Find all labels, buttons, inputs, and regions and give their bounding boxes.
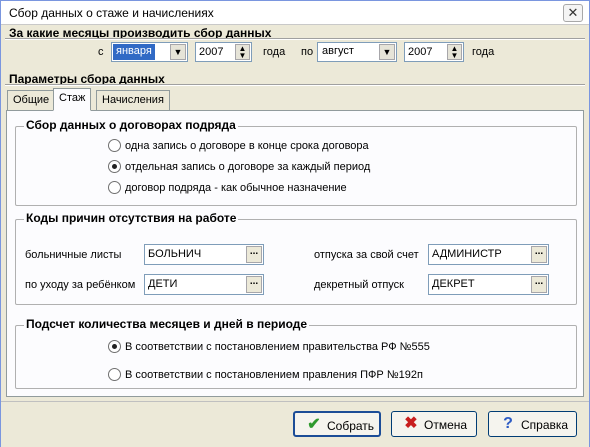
chevron-down-icon[interactable]: ▼	[379, 44, 395, 60]
radio-gov-555[interactable]	[108, 340, 121, 353]
maternity-field[interactable]: ДЕКРЕТ ...	[428, 274, 549, 295]
radio-contract-each-period[interactable]	[108, 160, 121, 173]
help-button-label: Справка	[521, 418, 569, 432]
radio-contract-regular-label[interactable]: договор подряда - как обычное назначение	[125, 182, 347, 194]
to-year-value: 2007	[408, 46, 433, 58]
tab-accruals[interactable]: Начисления	[96, 90, 170, 110]
collect-button[interactable]: ✔ Собрать	[293, 411, 381, 437]
to-year-spinner[interactable]: 2007 ▲ ▼	[404, 42, 464, 62]
unpaid-leave-field[interactable]: АДМИНИСТР ...	[428, 244, 549, 265]
title-bar: Сбор данных о стаже и начислениях ✕	[1, 1, 589, 25]
to-month-select[interactable]: август ▼	[317, 42, 397, 62]
cancel-button[interactable]: ✖ Отмена	[391, 411, 477, 437]
window-title: Сбор данных о стаже и начислениях	[9, 6, 214, 20]
tab-general[interactable]: Общие	[7, 90, 56, 110]
spin-updown-icon[interactable]: ▲ ▼	[447, 44, 462, 60]
absence-group-title: Коды причин отсутствия на работе	[24, 211, 239, 225]
chevron-down-icon[interactable]: ▼	[170, 44, 186, 60]
from-month-value: января	[113, 44, 155, 60]
radio-gov-555-label[interactable]: В соответствии с постановлением правител…	[125, 341, 430, 353]
cancel-button-label: Отмена	[424, 418, 468, 432]
divider	[5, 38, 585, 40]
radio-contract-regular[interactable]	[108, 181, 121, 194]
maternity-label: декретный отпуск	[314, 279, 404, 291]
help-button[interactable]: ? Справка	[488, 411, 577, 437]
contracts-group-title: Сбор данных о договорах подряда	[24, 118, 238, 132]
question-icon: ?	[503, 415, 513, 432]
from-year-value: 2007	[199, 46, 224, 58]
checkmark-icon: ✔	[307, 416, 321, 433]
sick-leave-value: БОЛЬНИЧ	[148, 248, 202, 260]
period-count-group-title: Подсчет количества месяцев и дней в пери…	[24, 317, 310, 331]
to-label: по	[301, 46, 314, 58]
unpaid-leave-label: отпуска за свой счет	[314, 249, 419, 261]
spin-updown-icon[interactable]: ▲ ▼	[235, 44, 250, 60]
year-label-2: года	[472, 46, 495, 58]
ellipsis-button[interactable]: ...	[246, 246, 262, 263]
ellipsis-button[interactable]: ...	[531, 246, 547, 263]
collect-button-label: Собрать	[327, 419, 375, 433]
childcare-value: ДЕТИ	[148, 278, 178, 290]
sick-leave-label: больничные листы	[25, 249, 122, 261]
childcare-label: по уходу за ребёнком	[25, 279, 136, 291]
ellipsis-button[interactable]: ...	[246, 276, 262, 293]
dialog-window: Сбор данных о стаже и начислениях ✕ За к…	[0, 0, 590, 447]
ellipsis-button[interactable]: ...	[531, 276, 547, 293]
from-month-select[interactable]: января ▼	[111, 42, 188, 62]
maternity-value: ДЕКРЕТ	[432, 278, 475, 290]
to-month-value: август	[322, 45, 354, 57]
cross-icon: ✖	[404, 415, 418, 432]
unpaid-leave-value: АДМИНИСТР	[432, 248, 502, 260]
radio-contract-each-period-label[interactable]: отдельная запись о договоре за каждый пе…	[125, 161, 370, 173]
divider	[5, 84, 585, 86]
radio-contract-end-label[interactable]: одна запись о договоре в конце срока дог…	[125, 140, 369, 152]
radio-contract-end[interactable]	[108, 139, 121, 152]
childcare-field[interactable]: ДЕТИ ...	[144, 274, 264, 295]
from-year-spinner[interactable]: 2007 ▲ ▼	[195, 42, 252, 62]
year-label-1: года	[263, 46, 286, 58]
tab-experience[interactable]: Стаж	[53, 88, 92, 111]
sick-leave-field[interactable]: БОЛЬНИЧ ...	[144, 244, 264, 265]
from-label: с	[98, 46, 104, 58]
radio-pfr-192[interactable]	[108, 368, 121, 381]
close-icon[interactable]: ✕	[563, 4, 583, 22]
radio-pfr-192-label[interactable]: В соответствии с постановлением правлени…	[125, 369, 423, 381]
